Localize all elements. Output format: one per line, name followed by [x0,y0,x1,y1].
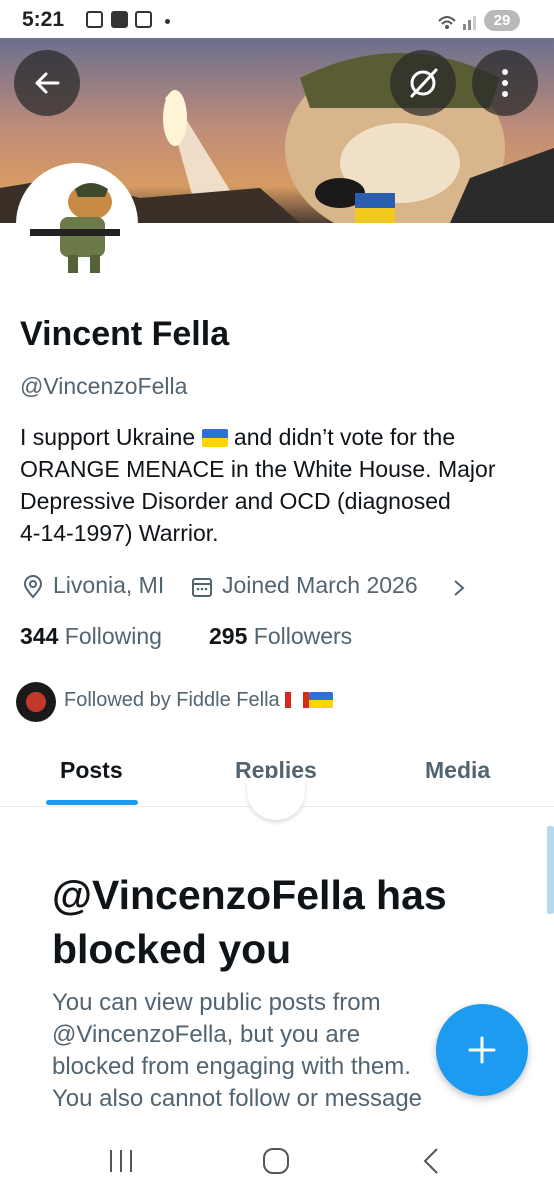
following-count: 344 [20,623,59,649]
checkbox-icon [111,11,128,28]
more-options-button[interactable] [472,50,538,116]
profile-avatar[interactable] [16,163,138,285]
followers-count: 295 [209,623,248,649]
blocked-message-line: @VincenzoFella, but you are [52,1021,361,1048]
compose-post-button[interactable] [436,1004,528,1096]
profile-joined-date: Joined March 2026 [222,572,418,598]
signal-icon [438,16,476,30]
recents-icon[interactable] [107,1148,135,1174]
location-pin-icon [23,575,43,599]
follower-avatar[interactable] [16,682,56,722]
blocked-message: You can view public posts from @Vincenzo… [52,987,452,1115]
canada-flag-icon [285,692,310,708]
status-time: 5:21 [22,8,65,31]
bio-line: 4-14-1997) Warrior. [20,520,219,546]
bio-line: I support Ukraine and didn’t vote for th… [20,421,530,453]
blocked-message-line: You also cannot follow or message [52,1085,423,1112]
profile-location: Livonia, MI [53,572,165,598]
tab-posts[interactable]: Posts [60,757,123,784]
avatar-image [20,167,134,281]
blocked-message-line: blocked from engaging with them. [52,1053,411,1080]
scrollbar[interactable] [547,826,554,914]
battery-indicator: 29 [484,10,520,31]
grok-icon [410,68,438,98]
calendar-status-icon [135,11,152,28]
grok-button[interactable] [390,50,456,116]
bio-text: I support Ukraine [20,424,196,450]
following-label: Following [64,623,162,649]
active-tab-indicator [46,800,138,805]
chevron-right-icon[interactable] [452,578,466,598]
notification-dot-icon [165,19,170,24]
profile-name: Vincent Fella [20,315,230,353]
ukraine-flag-icon [309,692,334,708]
back-icon[interactable] [421,1146,441,1176]
back-button[interactable] [14,50,80,116]
more-vertical-icon [502,69,508,97]
profile-bio: I support Ukraine and didn’t vote for th… [20,421,530,549]
followed-by-text: Followed by Fiddle Fella [64,689,280,711]
blocked-title: @VincenzoFella has blocked you [52,872,447,972]
android-nav-bar [0,1124,554,1200]
screenshot-icon [86,11,103,28]
tab-media[interactable]: Media [425,757,490,784]
bio-line: ORANGE MENACE in the White House. Major [20,456,496,482]
followers-link[interactable]: 295 Followers [209,623,352,650]
back-arrow-icon [35,72,60,94]
ukraine-flag-icon [201,429,228,447]
refresh-indicator [247,778,305,820]
status-bar: 5:21 29 [0,0,554,40]
bio-line: Depressive Disorder and OCD (diagnosed [20,488,451,514]
home-icon[interactable] [261,1146,291,1176]
following-link[interactable]: 344 Following [20,623,162,650]
followed-by[interactable]: Followed by Fiddle Fella [64,689,334,712]
blocked-message-line: You can view public posts from [52,989,381,1016]
bio-text: and didn’t vote for the [233,424,456,450]
plus-icon [468,1036,496,1064]
followers-label: Followers [253,623,353,649]
profile-handle: @VincenzoFella [20,373,188,399]
calendar-icon [192,578,212,597]
